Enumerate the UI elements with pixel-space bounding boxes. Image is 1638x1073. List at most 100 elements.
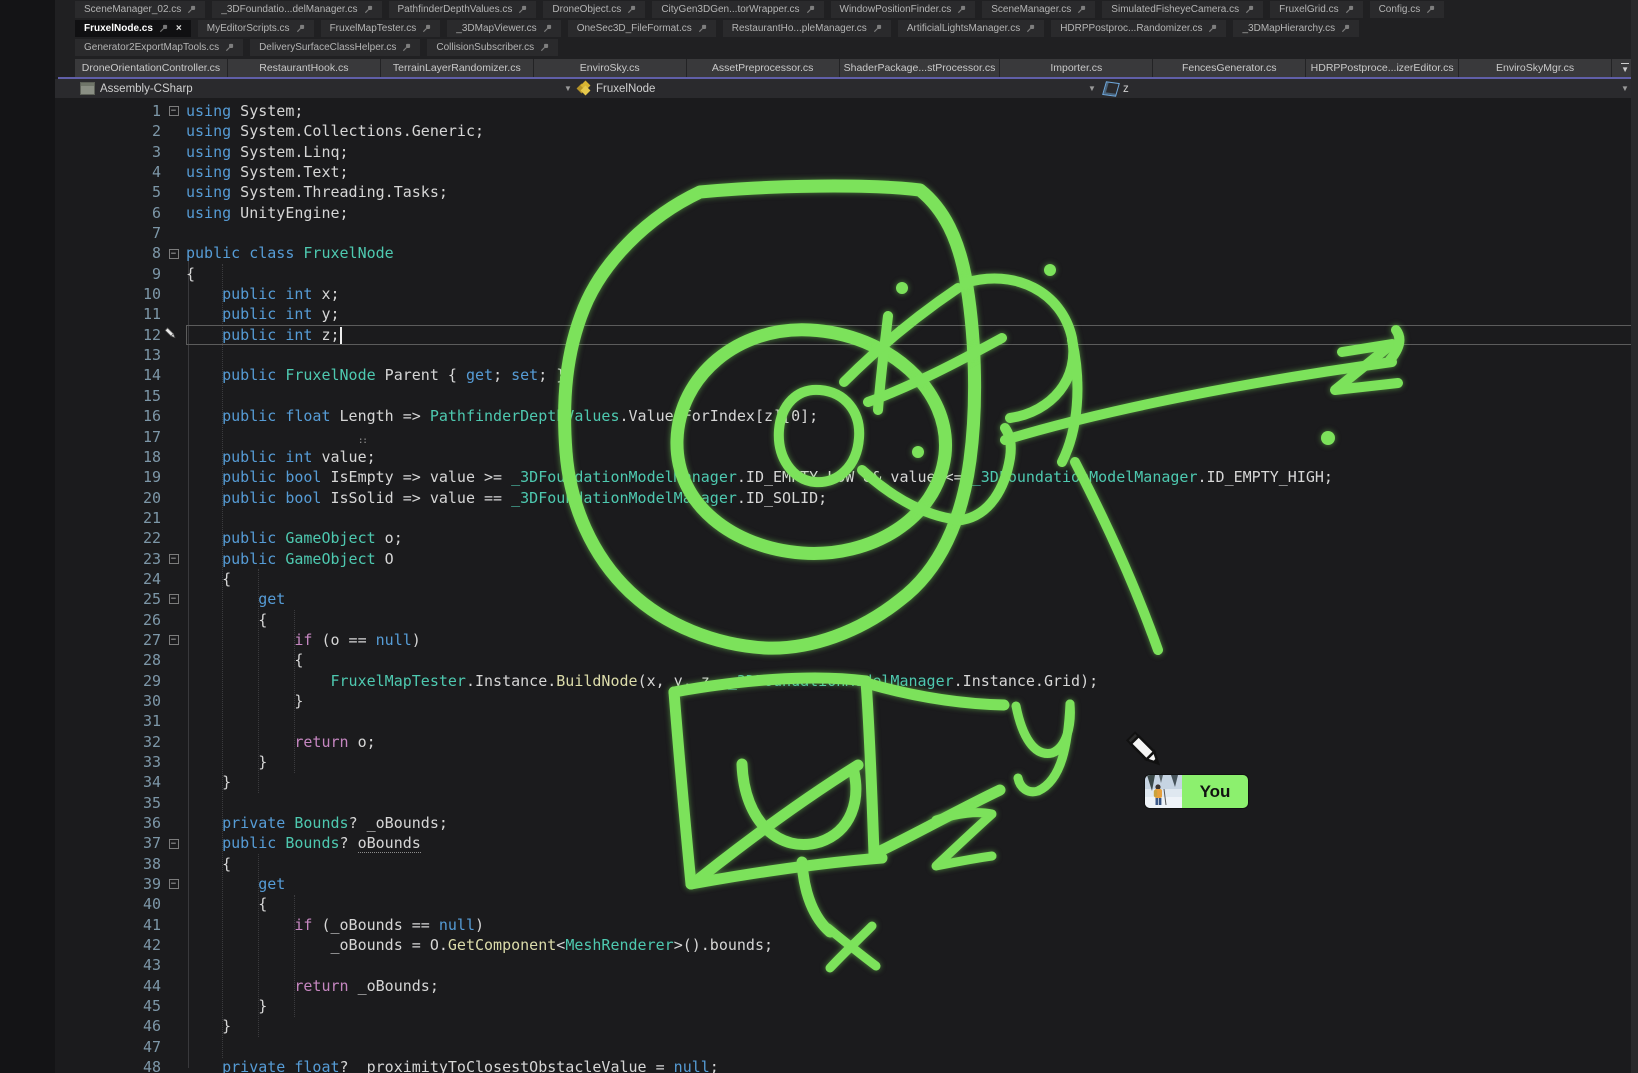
- document-tab[interactable]: DroneOrientationController.cs: [75, 59, 228, 77]
- document-tab[interactable]: CityGen3DGen...torWrapper.cs: [652, 1, 823, 18]
- document-tab[interactable]: TerrainLayerRandomizer.cs: [381, 59, 534, 77]
- code-line[interactable]: 31: [55, 711, 1638, 731]
- document-tab[interactable]: _3DMapViewer.cs: [447, 20, 560, 37]
- code-line[interactable]: 10 public int x;: [55, 284, 1638, 304]
- code-line[interactable]: 15: [55, 386, 1638, 406]
- code-line[interactable]: 36 private Bounds? _oBounds;: [55, 813, 1638, 833]
- fold-collapse-icon[interactable]: −: [161, 874, 186, 894]
- document-tab[interactable]: SimulatedFisheyeCamera.cs: [1102, 1, 1263, 18]
- code-line[interactable]: 20 public bool IsSolid => value == _3DFo…: [55, 488, 1638, 508]
- code-line[interactable]: 19 public bool IsEmpty => value >= _3DFo…: [55, 467, 1638, 487]
- code-line[interactable]: 4using System.Text;: [55, 162, 1638, 182]
- document-tab[interactable]: Generator2ExportMapTools.cs: [75, 39, 243, 56]
- code-line[interactable]: 27− if (o == null): [55, 630, 1638, 650]
- pin-icon: [1026, 24, 1035, 33]
- code-line[interactable]: 2using System.Collections.Generic;: [55, 121, 1638, 141]
- code-line[interactable]: 25− get: [55, 589, 1638, 609]
- code-line[interactable]: 11 public int y;: [55, 304, 1638, 324]
- code-line[interactable]: 8−public class FruxelNode: [55, 243, 1638, 263]
- code-line[interactable]: 48 private float? _proximityToClosestObs…: [55, 1057, 1638, 1073]
- fold-collapse-icon[interactable]: −: [161, 833, 186, 853]
- code-line[interactable]: 7: [55, 223, 1638, 243]
- document-tab[interactable]: _3DFoundatio...delManager.cs: [212, 1, 381, 18]
- project-dropdown-caret[interactable]: ▼: [564, 79, 572, 98]
- code-line[interactable]: 6using UnityEngine;: [55, 203, 1638, 223]
- document-tab[interactable]: DeliverySurfaceClassHelper.cs: [250, 39, 420, 56]
- document-tab[interactable]: WindowPositionFinder.cs: [831, 1, 976, 18]
- code-line[interactable]: 38 {: [55, 854, 1638, 874]
- document-tab[interactable]: FruxelGrid.cs: [1270, 1, 1362, 18]
- code-line[interactable]: 24 {: [55, 569, 1638, 589]
- code-line[interactable]: 42 _oBounds = O.GetComponent<MeshRendere…: [55, 935, 1638, 955]
- document-tab[interactable]: CollisionSubscriber.cs: [427, 39, 558, 56]
- document-tab[interactable]: OneSec3D_FileFormat.cs: [568, 20, 716, 37]
- document-tab[interactable]: SceneManager.cs: [982, 1, 1095, 18]
- code-editor[interactable]: 1−using System;2using System.Collections…: [55, 98, 1638, 1073]
- document-tab[interactable]: FruxelMapTester.cs: [321, 20, 441, 37]
- document-tab[interactable]: RestaurantHo...pleManager.cs: [723, 20, 891, 37]
- document-tab[interactable]: AssetPreprocessor.cs: [687, 59, 840, 77]
- code-line[interactable]: 18 public int value;: [55, 447, 1638, 467]
- document-tab[interactable]: MyEditorScripts.cs: [198, 20, 314, 37]
- code-line[interactable]: 39− get: [55, 874, 1638, 894]
- code-line[interactable]: 33 }: [55, 752, 1638, 772]
- code-line[interactable]: 35: [55, 793, 1638, 813]
- document-tab[interactable]: _3DMapHierarchy.cs: [1233, 20, 1359, 37]
- code-line[interactable]: 22 public GameObject o;: [55, 528, 1638, 548]
- document-tab[interactable]: EnviroSkyMgr.cs: [1459, 59, 1612, 77]
- fold-collapse-icon[interactable]: −: [161, 589, 186, 609]
- code-line[interactable]: 32 return o;: [55, 732, 1638, 752]
- code-line[interactable]: 9{: [55, 264, 1638, 284]
- member-selector[interactable]: z: [1104, 79, 1129, 98]
- fold-collapse-icon[interactable]: −: [161, 630, 186, 650]
- code-line[interactable]: 46 }: [55, 1016, 1638, 1036]
- vertical-scrollbar[interactable]: [1631, 0, 1638, 1073]
- code-line[interactable]: 44 return _oBounds;: [55, 976, 1638, 996]
- project-selector[interactable]: Assembly-CSharp: [80, 79, 193, 98]
- code-line[interactable]: 47: [55, 1037, 1638, 1057]
- code-line[interactable]: 3using System.Linq;: [55, 142, 1638, 162]
- code-line[interactable]: 5using System.Threading.Tasks;: [55, 182, 1638, 202]
- member-dropdown-caret[interactable]: ▼: [1621, 79, 1629, 98]
- document-tab[interactable]: RestaurantHook.cs: [228, 59, 381, 77]
- code-line[interactable]: 26 {: [55, 610, 1638, 630]
- code-line[interactable]: 13: [55, 345, 1638, 365]
- document-tab[interactable]: HDRPPostproce...izerEditor.cs: [1306, 59, 1459, 77]
- tab-label: _3DMapViewer.cs: [456, 23, 536, 34]
- code-line[interactable]: 23− public GameObject O: [55, 549, 1638, 569]
- document-tab[interactable]: ArtificialLightsManager.cs: [898, 20, 1044, 37]
- type-dropdown-caret[interactable]: ▼: [1088, 79, 1096, 98]
- code-line[interactable]: 45 }: [55, 996, 1638, 1016]
- code-line[interactable]: 43: [55, 955, 1638, 975]
- code-line[interactable]: 16 public float Length => PathfinderDept…: [55, 406, 1638, 426]
- fold-collapse-icon[interactable]: −: [161, 101, 186, 121]
- type-selector[interactable]: FruxelNode: [578, 79, 655, 98]
- code-line[interactable]: 21: [55, 508, 1638, 528]
- code-line[interactable]: 29 FruxelMapTester.Instance.BuildNode(x,…: [55, 671, 1638, 691]
- document-tab[interactable]: Config.cs: [1370, 1, 1445, 18]
- line-number: 7: [55, 223, 161, 243]
- fold-collapse-icon[interactable]: −: [161, 243, 186, 263]
- document-tab[interactable]: PathfinderDepthValues.cs: [389, 1, 537, 18]
- document-tab[interactable]: FencesGenerator.cs: [1153, 59, 1306, 77]
- fold-collapse-icon[interactable]: −: [161, 549, 186, 569]
- code-line[interactable]: 12 public int z;: [55, 325, 1638, 345]
- code-line[interactable]: 17: [55, 427, 1638, 447]
- document-tab[interactable]: DroneObject.cs: [543, 1, 645, 18]
- document-tab[interactable]: EnviroSky.cs: [534, 59, 687, 77]
- document-tab[interactable]: ShaderPackage...stProcessor.cs: [840, 59, 1001, 77]
- code-line[interactable]: 34 }: [55, 772, 1638, 792]
- document-tab-active[interactable]: FruxelNode.cs×: [75, 20, 191, 37]
- code-line[interactable]: 14 public FruxelNode Parent { get; set; …: [55, 365, 1638, 385]
- code-line[interactable]: 37− public Bounds? oBounds: [55, 833, 1638, 853]
- document-tab[interactable]: HDRPPostproc...Randomizer.cs: [1051, 20, 1226, 37]
- code-line[interactable]: 30 }: [55, 691, 1638, 711]
- document-tab[interactable]: Importer.cs: [1000, 59, 1153, 77]
- tab-label: CollisionSubscriber.cs: [436, 42, 534, 53]
- code-line[interactable]: 1−using System;: [55, 101, 1638, 121]
- code-line[interactable]: 41 if (_oBounds == null): [55, 915, 1638, 935]
- code-line[interactable]: 40 {: [55, 894, 1638, 914]
- code-line[interactable]: 28 {: [55, 650, 1638, 670]
- close-icon[interactable]: ×: [176, 23, 182, 34]
- document-tab[interactable]: SceneManager_02.cs: [75, 1, 205, 18]
